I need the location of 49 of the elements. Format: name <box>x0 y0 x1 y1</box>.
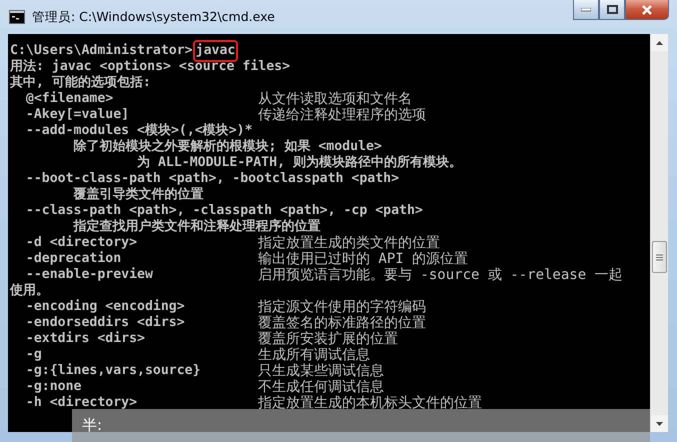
close-icon <box>641 4 653 14</box>
option-name: -Akey[=value] <box>24 107 130 123</box>
typed-command: javac <box>196 43 236 59</box>
output-line: 除了初始模块之外要解析的根模块; 如果 <module> <box>72 139 382 155</box>
option-description: 指定放置生成的类文件的位置 <box>258 235 440 251</box>
option-name: -d <directory> <box>24 235 138 251</box>
option-name: -encoding <encoding> <box>24 299 186 315</box>
scroll-down-icon[interactable] <box>656 422 663 426</box>
output-line: 用法: javac <options> <source files> <box>10 59 290 75</box>
option-description: 生成所有调试信息 <box>258 347 370 363</box>
output-line: 使用。 <box>10 283 49 299</box>
output-line: 为 ALL-MODULE-PATH, 则为模块路径中的所有模块。 <box>136 155 462 171</box>
option-description: 覆盖所安装扩展的位置 <box>258 331 398 347</box>
option-description: 启用预览语言功能。要与 -source 或 --release 一起 <box>258 267 623 283</box>
input-mode-label: 半: <box>82 416 102 435</box>
option-name: -g:none <box>24 379 82 395</box>
option-description: 只生成某些调试信息 <box>258 363 384 379</box>
option-name: -deprecation <box>24 251 122 267</box>
option-name: -g:{lines,vars,source} <box>24 363 202 379</box>
output-line: 指定查找用户类文件和注释处理程序的位置 <box>72 219 321 235</box>
scroll-thumb[interactable] <box>652 241 667 273</box>
close-button[interactable] <box>625 0 669 20</box>
maximize-button[interactable] <box>599 0 625 20</box>
option-description: 不生成任何调试信息 <box>258 379 384 395</box>
option-name: -endorseddirs <dirs> <box>24 315 186 331</box>
option-name: @<filename> <box>24 91 114 107</box>
option-name: -h <directory> <box>24 395 138 411</box>
option-description: 传递给注释处理程序的选项 <box>258 107 426 123</box>
option-description: 覆盖签名的标准路径的位置 <box>258 315 426 331</box>
maximize-icon <box>606 5 618 14</box>
option-description: 输出使用已过时的 API 的源位置 <box>258 251 468 267</box>
console-app-icon <box>9 10 25 24</box>
minimize-icon <box>581 8 591 12</box>
output-line: --boot-class-path <path>, -bootclasspath <path> <box>24 171 400 186</box>
option-description: 指定放置生成的本机标头文件的位置 <box>258 395 482 411</box>
option-description: 从文件读取选项和文件名 <box>258 91 412 107</box>
option-name: --enable-preview <box>24 267 154 283</box>
scrollbar[interactable] <box>650 34 668 432</box>
output-line: 覆盖引导类文件的位置 <box>72 187 204 203</box>
output-line: --class-path <path>, -classpath <path>, -cp <path> <box>24 203 423 218</box>
window-title: 管理员: C:\Windows\system32\cmd.exe <box>32 8 275 26</box>
prompt-path: C:\Users\Administrator> <box>10 43 193 59</box>
output-line: 其中, 可能的选项包括: <box>10 75 151 91</box>
minimize-button[interactable] <box>573 0 599 20</box>
option-description: 指定源文件使用的字符编码 <box>258 299 426 315</box>
option-name: -g <box>24 347 43 363</box>
option-name: -extdirs <dirs> <box>24 331 146 347</box>
output-line: --add-modules <模块>(,<模块>)* <box>24 123 253 138</box>
scroll-up-icon[interactable] <box>656 40 663 44</box>
